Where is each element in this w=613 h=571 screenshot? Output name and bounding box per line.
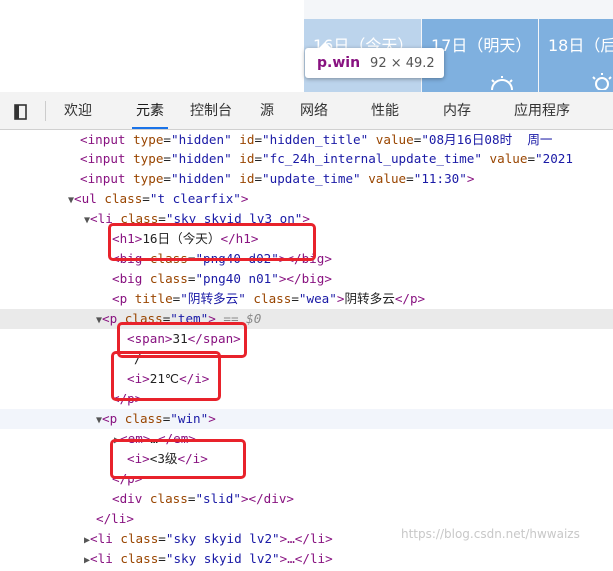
toolbar-divider (45, 101, 46, 121)
dom-node-h1[interactable]: <h1>16日（今天）</h1> (0, 229, 613, 249)
dom-node-input-hidden-title[interactable]: <input type="hidden" id="hidden_title" v… (0, 130, 613, 150)
dom-node-text-slash[interactable]: / (0, 349, 613, 369)
sun-icon (592, 73, 612, 90)
dom-node-big-n01[interactable]: <big class="png40 n01"></big> (0, 269, 613, 289)
device-toolbar-icon[interactable] (12, 101, 32, 121)
dom-node-li-close[interactable]: </li> (0, 509, 613, 529)
console-ref-label: == $0 (223, 311, 262, 326)
tab-console[interactable]: 控制台 (190, 92, 232, 129)
dom-node-p-wea[interactable]: <p title="阴转多云" class="wea">阴转多云</p> (0, 289, 613, 309)
dom-node-em[interactable]: ▶<em>…</em> (0, 429, 613, 449)
dom-node-big-d02[interactable]: <big class="png40 d02"></big> (0, 249, 613, 269)
tab-elements[interactable]: 元素 (132, 92, 168, 129)
dom-node-input-update-time[interactable]: <input type="hidden" id="update_time" va… (0, 169, 613, 189)
page-preview: 16日（今天） 17日（明天） 18日（后 p.win 92 × 49.2 (0, 0, 613, 92)
tile-label: 18日（后 (548, 36, 613, 55)
tooltip-selector: p.win (317, 55, 361, 71)
forecast-tile-day-after[interactable]: 18日（后 (539, 19, 613, 92)
watermark-text: https://blog.csdn.net/hwwaizs (401, 527, 580, 541)
elements-tree: <input type="hidden" id="hidden_title" v… (0, 130, 613, 566)
dom-node-input-update-time-internal[interactable]: <input type="hidden" id="fc_24h_internal… (0, 149, 613, 169)
dom-node-p-close[interactable]: </p> (0, 389, 613, 409)
dom-node-p-win-close[interactable]: </p> (0, 469, 613, 489)
dom-node-span-high[interactable]: <span>31</span> (0, 329, 613, 349)
dom-node-li-next[interactable]: ▶<li class="sky skyid lv2">…</li> (0, 549, 613, 569)
inspect-tooltip: p.win 92 × 49.2 (305, 42, 444, 78)
tile-label: 17日（明天） (431, 36, 532, 55)
tab-application[interactable]: 应用程序 (514, 92, 570, 129)
dom-node-div-slid[interactable]: <div class="slid"></div> (0, 489, 613, 509)
tooltip-dimensions: 92 × 49.2 (370, 56, 435, 71)
tab-performance[interactable]: 性能 (371, 92, 399, 129)
dom-node-p-win[interactable]: ▼<p class="win"> (0, 409, 613, 429)
dom-node-p-tem-selected[interactable]: ▼<p class="tem"> == $0 (0, 309, 613, 329)
tab-sources[interactable]: 源 (260, 92, 274, 129)
tab-welcome[interactable]: 欢迎 (64, 92, 92, 129)
dom-node-i-wind[interactable]: <i><3级</i> (0, 449, 613, 469)
tab-memory[interactable]: 内存 (443, 92, 471, 129)
dom-node-li-today[interactable]: ▼<li class="sky skyid lv3 on"> (0, 209, 613, 229)
tab-network[interactable]: 网络 (300, 92, 328, 129)
dom-node-i-low[interactable]: <i>21℃</i> (0, 369, 613, 389)
dom-node-ul[interactable]: ▼<ul class="t clearfix"> (0, 189, 613, 209)
forecast-tiles: 16日（今天） 17日（明天） 18日（后 (304, 0, 613, 92)
sun-icon (491, 76, 513, 90)
devtools-toolbar: 欢迎 元素 控制台 源 网络 性能 内存 应用程序 (0, 92, 613, 130)
